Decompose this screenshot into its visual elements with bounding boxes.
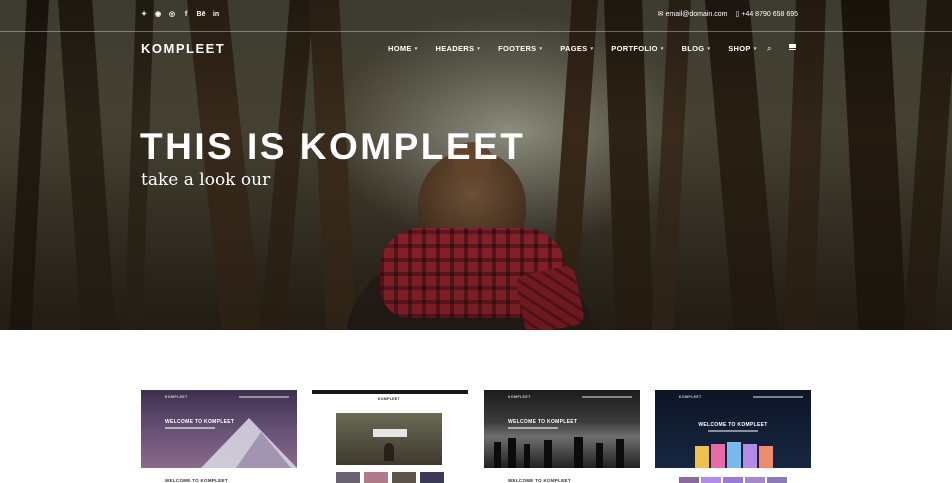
email-text: email@domain.com [665,11,728,18]
behance-icon[interactable]: Bē [196,10,206,20]
thumbnail-preview: KOMPLEET [312,390,468,468]
mini-topbar [312,390,468,394]
main-nav: KOMPLEET HOME ▾ HEADERS ▾ FOOTERS ▾ PAGES ▾ … [0,32,952,66]
phone-icon: ▯ [735,11,740,18]
email-link[interactable]: ✉ email@domain.com [658,10,728,20]
thumbnail-preview: KOMPLEET WELCOME TO KOMPLEET [655,390,811,468]
nav-item-label: BLOG [681,44,705,53]
nav-item-label: HOME [388,44,412,53]
nav-item-shop[interactable]: SHOP ▾ [728,44,756,53]
nav-item-label: FOOTERS [498,44,537,53]
mini-nav [582,396,632,398]
demo-thumbnail[interactable]: KOMPLEET WELCOME TO KOMPLEET WELCOME TO … [484,390,640,483]
thumbnail-preview: KOMPLEET WELCOME TO KOMPLEET [141,390,297,468]
hero-subtitle: take a look our [141,170,271,190]
nav-item-label: HEADERS [435,44,475,53]
thumbnail-caption: WELCOME TO KOMPLEET [508,478,571,483]
site-logo[interactable]: KOMPLEET [141,41,225,56]
hero-title: THIS IS KOMPLEET [140,126,526,167]
nav-item-portfolio[interactable]: PORTFOLIO ▾ [611,44,663,53]
nav-item-pages[interactable]: PAGES ▾ [560,44,593,53]
demo-thumbnail[interactable]: KOMPLEET WELCOME TO KOMPLEET WELCOME TO … [141,390,297,483]
mini-logo: KOMPLEET [679,395,702,399]
nav-item-blog[interactable]: BLOG ▾ [682,44,711,53]
thumbnail-subtext [165,427,215,429]
social-links: ✦ ◉ ◎ f Bē in [140,10,220,20]
nav-item-label: PORTFOLIO [611,44,658,53]
mini-card [727,442,741,468]
linkedin-icon[interactable]: in [212,10,220,20]
mini-logo: KOMPLEET [508,395,531,399]
mini-gallery-tile [745,477,765,483]
chevron-down-icon: ▾ [707,45,711,52]
envelope-icon: ✉ [657,11,664,18]
mini-nav [239,396,289,398]
contact-info: ✉ email@domain.com ▯ +44 8790 658 695 [658,10,798,20]
top-bar: ✦ ◉ ◎ f Bē in ✉ email@domain.com ▯ +44 879… [0,0,952,32]
thumbnail-preview: KOMPLEET WELCOME TO KOMPLEET [484,390,640,468]
demo-thumbnails: KOMPLEET WELCOME TO KOMPLEET WELCOME TO … [141,390,811,483]
mini-gallery-tile [364,472,388,483]
thumbnail-subtext [708,430,758,432]
nav-item-label: PAGES [560,44,588,53]
thumbnail-photo [336,413,442,465]
thumbnail-title: WELCOME TO KOMPLEET [698,422,768,428]
twitter-icon[interactable]: ✦ [140,10,148,20]
chevron-down-icon: ▾ [590,45,594,52]
mini-logo: KOMPLEET [378,397,400,401]
chevron-down-icon: ▾ [539,45,543,52]
nav-item-headers[interactable]: HEADERS ▾ [436,44,481,53]
phone-text: +44 8790 658 695 [741,11,798,18]
mini-card [743,444,757,468]
mini-card [711,444,725,468]
mini-card [695,446,709,468]
demo-thumbnail[interactable]: KOMPLEET [312,390,468,483]
hero-section: ✦ ◉ ◎ f Bē in ✉ email@domain.com ▯ +44 879… [0,0,952,330]
nav-menu: HOME ▾ HEADERS ▾ FOOTERS ▾ PAGES ▾ PORTFOLIO… [388,44,775,53]
thumbnail-title: WELCOME TO KOMPLEET [165,419,235,425]
mini-gallery-tile [767,477,787,483]
demo-thumbnail[interactable]: KOMPLEET WELCOME TO KOMPLEET [655,390,811,483]
hamburger-icon[interactable] [789,43,796,51]
mini-nav [753,396,803,398]
figure [384,443,394,461]
thumbnail-caption: WELCOME TO KOMPLEET [165,478,228,483]
chevron-down-icon: ▾ [660,45,664,52]
facebook-icon[interactable]: f [182,10,190,20]
mini-logo: KOMPLEET [165,395,188,399]
crowd-silhouettes [494,437,624,468]
chevron-down-icon: ▾ [477,45,481,52]
mini-gallery-tile [701,477,721,483]
mini-gallery-tile [723,477,743,483]
thumbnail-title: WELCOME TO KOMPLEET [508,419,578,425]
dribbble-icon[interactable]: ◎ [168,10,176,20]
nav-item-home[interactable]: HOME ▾ [388,44,418,53]
chevron-down-icon: ▾ [414,45,418,52]
pinterest-icon[interactable]: ◉ [154,10,162,20]
nav-item-footers[interactable]: FOOTERS ▾ [498,44,542,53]
search-icon[interactable]: ⌕ [767,44,771,54]
mini-gallery-tile [336,472,360,483]
mini-card [759,446,773,468]
chevron-down-icon: ▾ [753,45,757,52]
mountain-graphic [201,418,297,468]
thumbnail-subtext [508,427,558,429]
nav-item-label: SHOP [728,44,751,53]
mini-gallery-tile [392,472,416,483]
phone-link[interactable]: ▯ +44 8790 658 695 [736,10,799,20]
photo-label [373,429,407,437]
mini-gallery-tile [420,472,444,483]
mini-gallery-tile [679,477,699,483]
